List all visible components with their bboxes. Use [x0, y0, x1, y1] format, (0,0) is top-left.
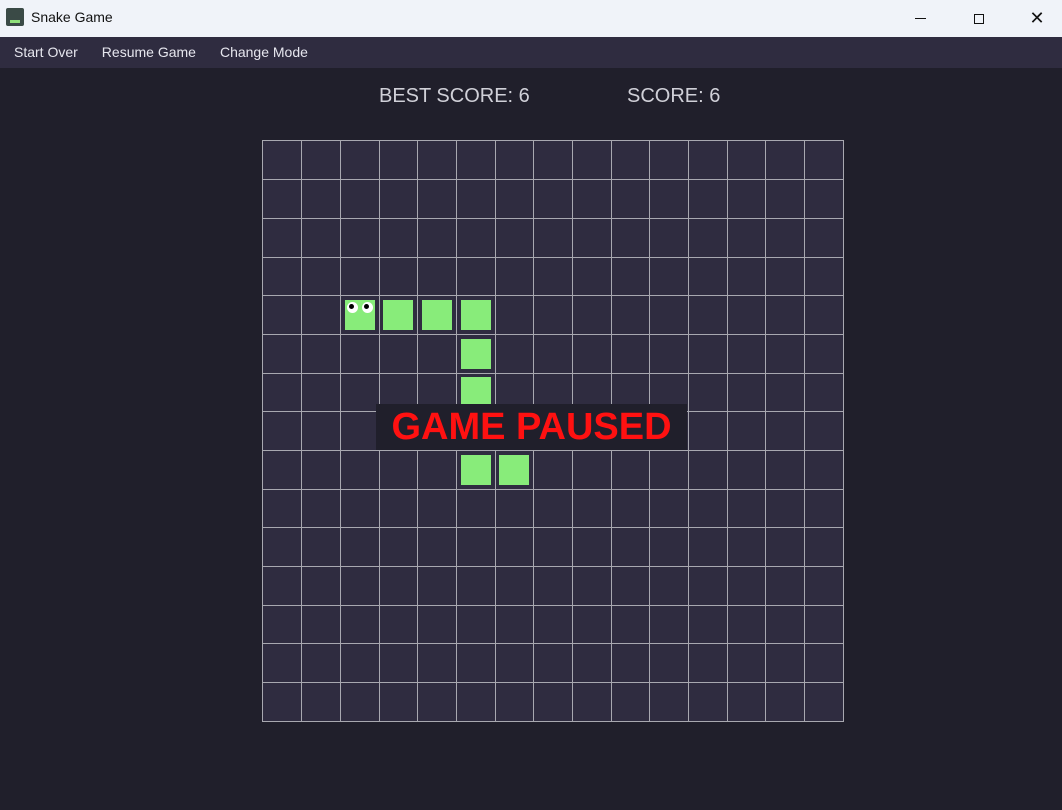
- grid-line-horizontal: [263, 489, 843, 490]
- grid-line-horizontal: [263, 334, 843, 335]
- grid-line-horizontal: [263, 605, 843, 606]
- snake-body-segment: [461, 455, 491, 485]
- grid-line-horizontal: [263, 643, 843, 644]
- menu-start-over[interactable]: Start Over: [0, 37, 90, 68]
- grid-line-vertical: [727, 141, 728, 721]
- grid-line-horizontal: [263, 682, 843, 683]
- grid-line-vertical: [765, 141, 766, 721]
- snake-head: [345, 300, 375, 330]
- title-bar: Snake Game ✕: [0, 0, 1062, 37]
- snake-body-segment: [461, 300, 491, 330]
- maximize-icon: [974, 13, 984, 24]
- grid-line-vertical: [804, 141, 805, 721]
- snake-pupil: [364, 304, 369, 309]
- window-title: Snake Game: [31, 9, 113, 25]
- current-score: SCORE: 6: [627, 85, 721, 107]
- grid-line-horizontal: [263, 527, 843, 528]
- snake-eye-icon: [362, 302, 373, 313]
- close-button[interactable]: ✕: [1008, 0, 1062, 37]
- menu-resume-game[interactable]: Resume Game: [90, 37, 208, 68]
- minimize-button[interactable]: [891, 0, 949, 37]
- grid-line-horizontal: [263, 566, 843, 567]
- snake-body-segment: [422, 300, 452, 330]
- snake-body-segment: [461, 377, 491, 407]
- grid-line-horizontal: [263, 295, 843, 296]
- snake-body-segment: [383, 300, 413, 330]
- maximize-button[interactable]: [950, 0, 1008, 37]
- snake-body-segment: [499, 455, 529, 485]
- game-paused-banner: GAME PAUSED: [376, 404, 687, 450]
- menu-bar: Start Over Resume Game Change Mode: [0, 37, 1062, 68]
- minimize-icon: [914, 18, 926, 19]
- snake-app-icon: [6, 8, 24, 26]
- grid-line-horizontal: [263, 257, 843, 258]
- best-score: BEST SCORE: 6: [379, 85, 530, 107]
- menu-change-mode[interactable]: Change Mode: [208, 37, 320, 68]
- snake-eye-icon: [347, 302, 358, 313]
- snake-body-segment: [461, 339, 491, 369]
- grid-line-vertical: [688, 141, 689, 721]
- close-icon: ✕: [1029, 7, 1045, 29]
- grid-line-horizontal: [263, 373, 843, 374]
- grid-line-horizontal: [263, 450, 843, 451]
- grid-line-horizontal: [263, 179, 843, 180]
- grid-line-vertical: [301, 141, 302, 721]
- snake-pupil: [349, 304, 354, 309]
- grid-line-vertical: [340, 141, 341, 721]
- grid-line-horizontal: [263, 218, 843, 219]
